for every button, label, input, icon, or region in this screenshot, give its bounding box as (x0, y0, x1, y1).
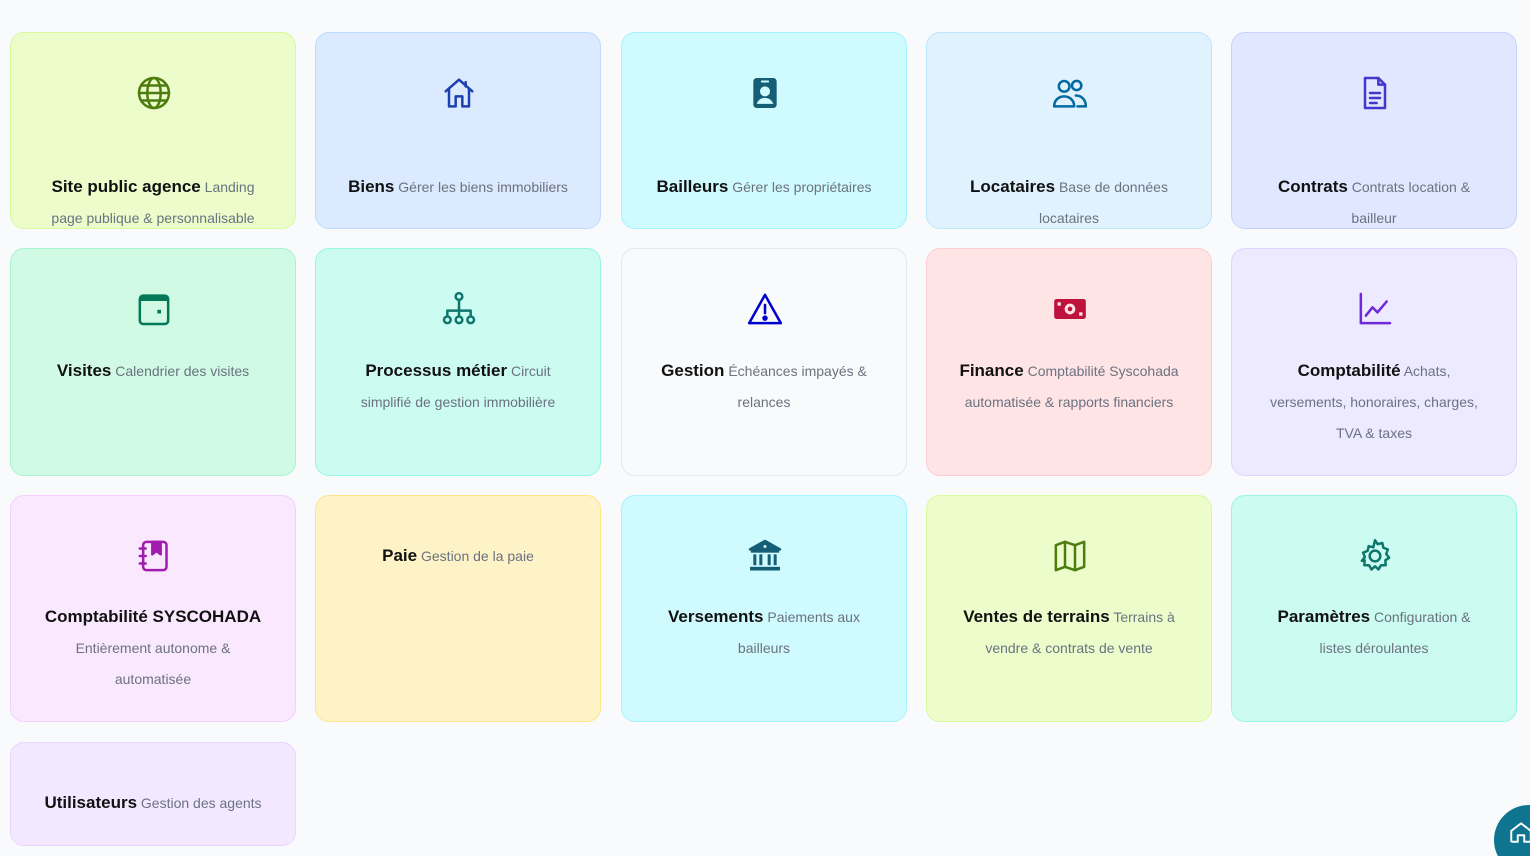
id-badge-icon (745, 73, 785, 113)
module-title: Paramètres (1277, 607, 1371, 626)
module-description: Calendrier des visites (115, 363, 250, 379)
module-title: Visites (56, 361, 112, 380)
org-chart-icon (439, 289, 479, 329)
module-card-bailleurs[interactable]: Bailleurs Gérer les propriétaires (621, 32, 907, 229)
module-text: Biens Gérer les biens immobiliers (346, 171, 570, 203)
module-description: Gestion de la paie (421, 548, 534, 564)
module-text: Gestion Échéances impayés & relances (652, 355, 876, 418)
module-title: Comptabilité (1297, 361, 1401, 380)
module-text: Comptabilité Achats, versements, honorai… (1262, 355, 1486, 449)
modules-grid: Site public agence Landing page publique… (0, 0, 1530, 856)
module-title: Utilisateurs (44, 793, 138, 812)
document-icon (1355, 73, 1395, 113)
module-title: Site public agence (51, 177, 201, 196)
module-card-visites[interactable]: Visites Calendrier des visites (10, 248, 296, 476)
banknote-icon (1050, 289, 1090, 329)
module-description: Gérer les propriétaires (732, 179, 872, 195)
bank-icon (745, 536, 785, 576)
module-card-comptabilite[interactable]: Comptabilité Achats, versements, honorai… (1231, 248, 1517, 476)
users-icon (1050, 73, 1090, 113)
module-description: Entièrement autonome & automatisée (75, 640, 231, 687)
module-description: Base de données locataires (1039, 179, 1168, 226)
module-text: Finance Comptabilité Syscohada automatis… (957, 355, 1181, 418)
module-card-parametres[interactable]: Paramètres Configuration & listes déroul… (1231, 495, 1517, 722)
module-description: Gérer les biens immobiliers (398, 179, 568, 195)
module-text: Processus métier Circuit simplifié de ge… (346, 355, 570, 418)
home-icon (1510, 822, 1530, 843)
module-title: Bailleurs (656, 177, 729, 196)
module-description: Contrats location & bailleur (1351, 179, 1471, 226)
module-text: Versements Paiements aux bailleurs (652, 601, 876, 664)
module-title: Finance (959, 361, 1024, 380)
module-card-ventes-de-terrains[interactable]: Ventes de terrains Terrains à vendre & c… (926, 495, 1212, 722)
module-text: Bailleurs Gérer les propriétaires (652, 171, 876, 203)
globe-icon (134, 73, 174, 113)
module-title: Versements (668, 607, 764, 626)
module-title: Gestion (661, 361, 725, 380)
module-title: Biens (348, 177, 395, 196)
calendar-icon (134, 289, 174, 329)
home-button[interactable] (1494, 805, 1530, 856)
module-description: Gestion des agents (140, 795, 262, 811)
module-text: Ventes de terrains Terrains à vendre & c… (957, 601, 1181, 664)
module-card-site-public-agence[interactable]: Site public agence Landing page publique… (10, 32, 296, 229)
module-text: Comptabilité SYSCOHADA Entièrement auton… (41, 601, 265, 695)
module-card-biens[interactable]: Biens Gérer les biens immobiliers (315, 32, 601, 229)
house-icon (439, 73, 479, 113)
module-text: Locataires Base de données locataires (957, 171, 1181, 234)
warning-icon (745, 289, 785, 329)
line-chart-icon (1355, 289, 1395, 329)
module-title: Comptabilité SYSCOHADA (44, 607, 262, 626)
module-text: Paie Gestion de la paie (346, 540, 570, 572)
module-card-processus-metier[interactable]: Processus métier Circuit simplifié de ge… (315, 248, 601, 476)
module-card-paie[interactable]: Paie Gestion de la paie (315, 495, 601, 722)
map-icon (1050, 536, 1090, 576)
module-title: Locataires (970, 177, 1056, 196)
module-title: Contrats (1277, 177, 1348, 196)
module-card-comptabilite-syscohada[interactable]: Comptabilité SYSCOHADA Entièrement auton… (10, 495, 296, 722)
module-card-finance[interactable]: Finance Comptabilité Syscohada automatis… (926, 248, 1212, 476)
module-text: Paramètres Configuration & listes déroul… (1262, 601, 1486, 664)
module-card-contrats[interactable]: Contrats Contrats location & bailleur (1231, 32, 1517, 229)
module-text: Visites Calendrier des visites (41, 355, 265, 387)
module-card-versements[interactable]: Versements Paiements aux bailleurs (621, 495, 907, 722)
module-text: Contrats Contrats location & bailleur (1262, 171, 1486, 234)
module-description: Échéances impayés & relances (728, 363, 867, 410)
bookmark-book-icon (134, 536, 174, 576)
module-title: Paie (382, 546, 418, 565)
module-card-utilisateurs[interactable]: Utilisateurs Gestion des agents (10, 742, 296, 846)
module-card-locataires[interactable]: Locataires Base de données locataires (926, 32, 1212, 229)
module-card-gestion[interactable]: Gestion Échéances impayés & relances (621, 248, 907, 476)
module-text: Utilisateurs Gestion des agents (41, 787, 265, 819)
gear-icon (1355, 536, 1395, 576)
module-text: Site public agence Landing page publique… (41, 171, 265, 234)
module-title: Ventes de terrains (963, 607, 1110, 626)
module-title: Processus métier (365, 361, 508, 380)
